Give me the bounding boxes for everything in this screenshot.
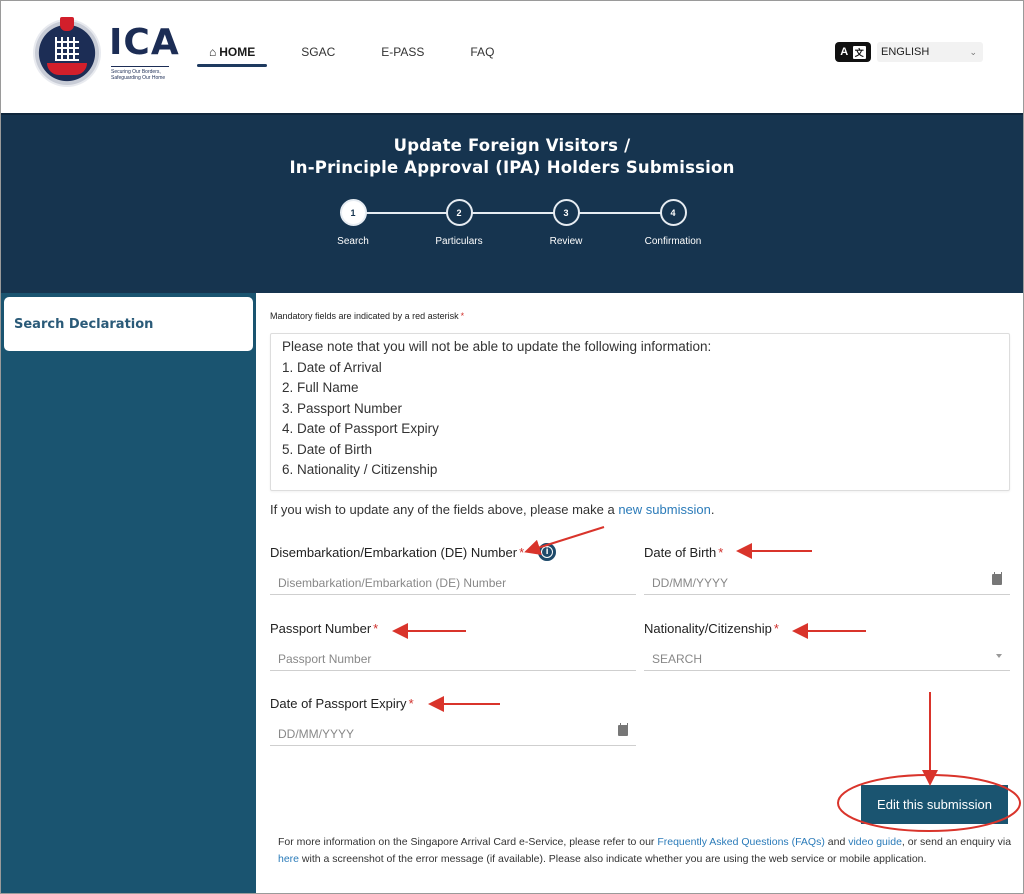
notice-item: 2. Full Name — [282, 380, 359, 395]
passport-number-input[interactable]: Passport Number — [270, 645, 636, 671]
de-number-label: Disembarkation/Embarkation (DE) Number — [270, 545, 518, 560]
step-review: 3 Review — [526, 199, 606, 247]
enquiry-here-link[interactable]: here — [278, 853, 299, 865]
logo-tagline: Securing Our Borders, Safeguarding Our H… — [111, 69, 166, 81]
logo-wordmark: ICA — [109, 22, 180, 63]
step-particulars: 2 Particulars — [419, 199, 499, 247]
calendar-icon[interactable] — [992, 572, 1002, 585]
passport-number-label: Passport Number — [270, 621, 372, 636]
passport-number-field: Passport Number * Passport Number — [270, 619, 636, 671]
step-confirmation: 4 Confirmation — [633, 199, 713, 247]
top-header: ICA Securing Our Borders, Safeguarding O… — [1, 1, 1023, 113]
nationality-label: Nationality/Citizenship — [644, 621, 772, 636]
progress-stepper: 1 Search 2 Particulars 3 Review 4 Confir… — [323, 199, 703, 259]
language-select[interactable]: ENGLISH ⌄ — [877, 42, 983, 62]
update-instruction: If you wish to update any of the fields … — [270, 502, 715, 517]
nationality-select[interactable]: SEARCH — [644, 645, 1010, 671]
notice-item: 1. Date of Arrival — [282, 359, 382, 375]
ica-logo[interactable]: ICA Securing Our Borders, Safeguarding O… — [33, 17, 179, 91]
chevron-down-icon: ⌄ — [969, 46, 977, 57]
notice-item: 3. Passport Number — [282, 400, 403, 416]
notice-intro: Please note that you will not be able to… — [282, 339, 712, 354]
new-submission-link[interactable]: new submission — [618, 502, 711, 517]
calendar-icon[interactable] — [618, 723, 628, 736]
language-switcher: A 文 ENGLISH ⌄ — [835, 42, 983, 62]
main-content: Mandatory fields are indicated by a red … — [258, 293, 1023, 893]
page-hero: Update Foreign Visitors / In-Principle A… — [1, 113, 1023, 293]
date-of-birth-field: Date of Birth * DD/MM/YYYY — [644, 543, 1010, 595]
video-guide-link[interactable]: video guide — [848, 836, 902, 848]
de-number-field: Disembarkation/Embarkation (DE) Number * i… — [270, 542, 636, 595]
notice-item: 4. Date of Passport Expiry — [282, 421, 439, 436]
passport-expiry-input[interactable]: DD/MM/YYYY — [270, 720, 636, 746]
sidebar-item-search-declaration[interactable]: Search Declaration — [4, 297, 253, 351]
faq-link[interactable]: Frequently Asked Questions (FAQs) — [657, 836, 825, 848]
notice-item: 6. Nationality / Citizenship — [282, 462, 438, 477]
home-icon: ⌂ — [209, 45, 217, 59]
notice-box: Please note that you will not be able to… — [270, 333, 1010, 491]
nationality-field: Nationality/Citizenship * SEARCH — [644, 619, 1010, 671]
help-footer: For more information on the Singapore Ar… — [278, 836, 1012, 865]
nav-sgac[interactable]: SGAC — [289, 39, 347, 67]
date-of-birth-label: Date of Birth — [644, 545, 717, 560]
required-asterisk: * — [460, 311, 465, 321]
nav-faq[interactable]: FAQ — [458, 39, 506, 67]
date-of-birth-input[interactable]: DD/MM/YYYY — [644, 569, 1010, 595]
step-search: 1 Search — [313, 199, 393, 247]
nav-e-pass[interactable]: E-PASS — [369, 39, 436, 67]
caret-down-icon — [996, 654, 1002, 658]
de-number-input[interactable]: Disembarkation/Embarkation (DE) Number — [270, 569, 636, 595]
passport-expiry-label: Date of Passport Expiry — [270, 696, 407, 711]
info-icon[interactable]: i — [538, 542, 557, 561]
stepper-line — [353, 212, 673, 214]
edit-submission-button[interactable]: Edit this submission — [861, 785, 1008, 824]
mandatory-note: Mandatory fields are indicated by a red … — [270, 311, 465, 321]
language-icon: A 文 — [835, 42, 871, 62]
passport-expiry-field: Date of Passport Expiry * DD/MM/YYYY — [270, 694, 636, 746]
nav-home[interactable]: ⌂ HOME — [197, 39, 268, 67]
ica-emblem-icon — [33, 17, 101, 87]
main-nav: ⌂ HOME SGAC E-PASS FAQ — [197, 39, 528, 67]
notice-item: 5. Date of Birth — [282, 441, 373, 457]
page-title: Update Foreign Visitors / In-Principle A… — [289, 136, 735, 177]
sidebar: Search Declaration — [1, 293, 256, 893]
